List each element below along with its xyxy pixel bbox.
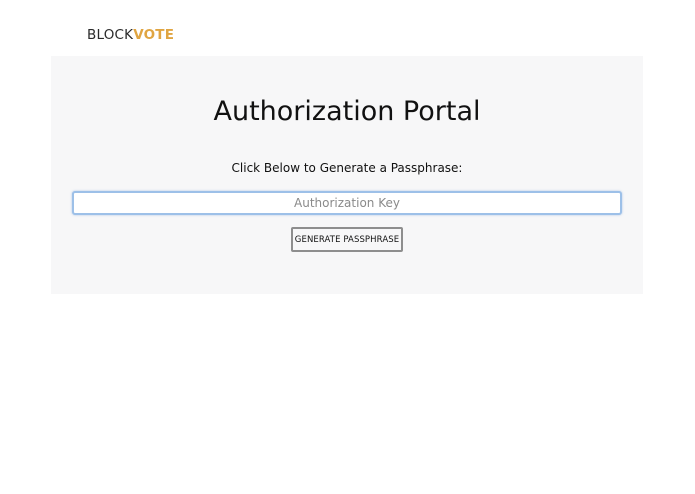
authorization-panel: Authorization Portal Click Below to Gene… bbox=[51, 56, 643, 294]
brand-logo: BLOCKVOTE bbox=[87, 26, 174, 44]
instruction-text: Click Below to Generate a Passphrase: bbox=[231, 161, 463, 175]
page: BLOCKVOTE Authorization Portal Click Bel… bbox=[0, 0, 695, 494]
generate-passphrase-button[interactable]: GENERATE PASSPHRASE bbox=[291, 227, 403, 252]
page-title: Authorization Portal bbox=[213, 96, 481, 127]
authorization-key-input[interactable] bbox=[72, 191, 622, 215]
brand-logo-part2: VOTE bbox=[133, 27, 175, 43]
brand-logo-part1: BLOCK bbox=[87, 27, 134, 43]
